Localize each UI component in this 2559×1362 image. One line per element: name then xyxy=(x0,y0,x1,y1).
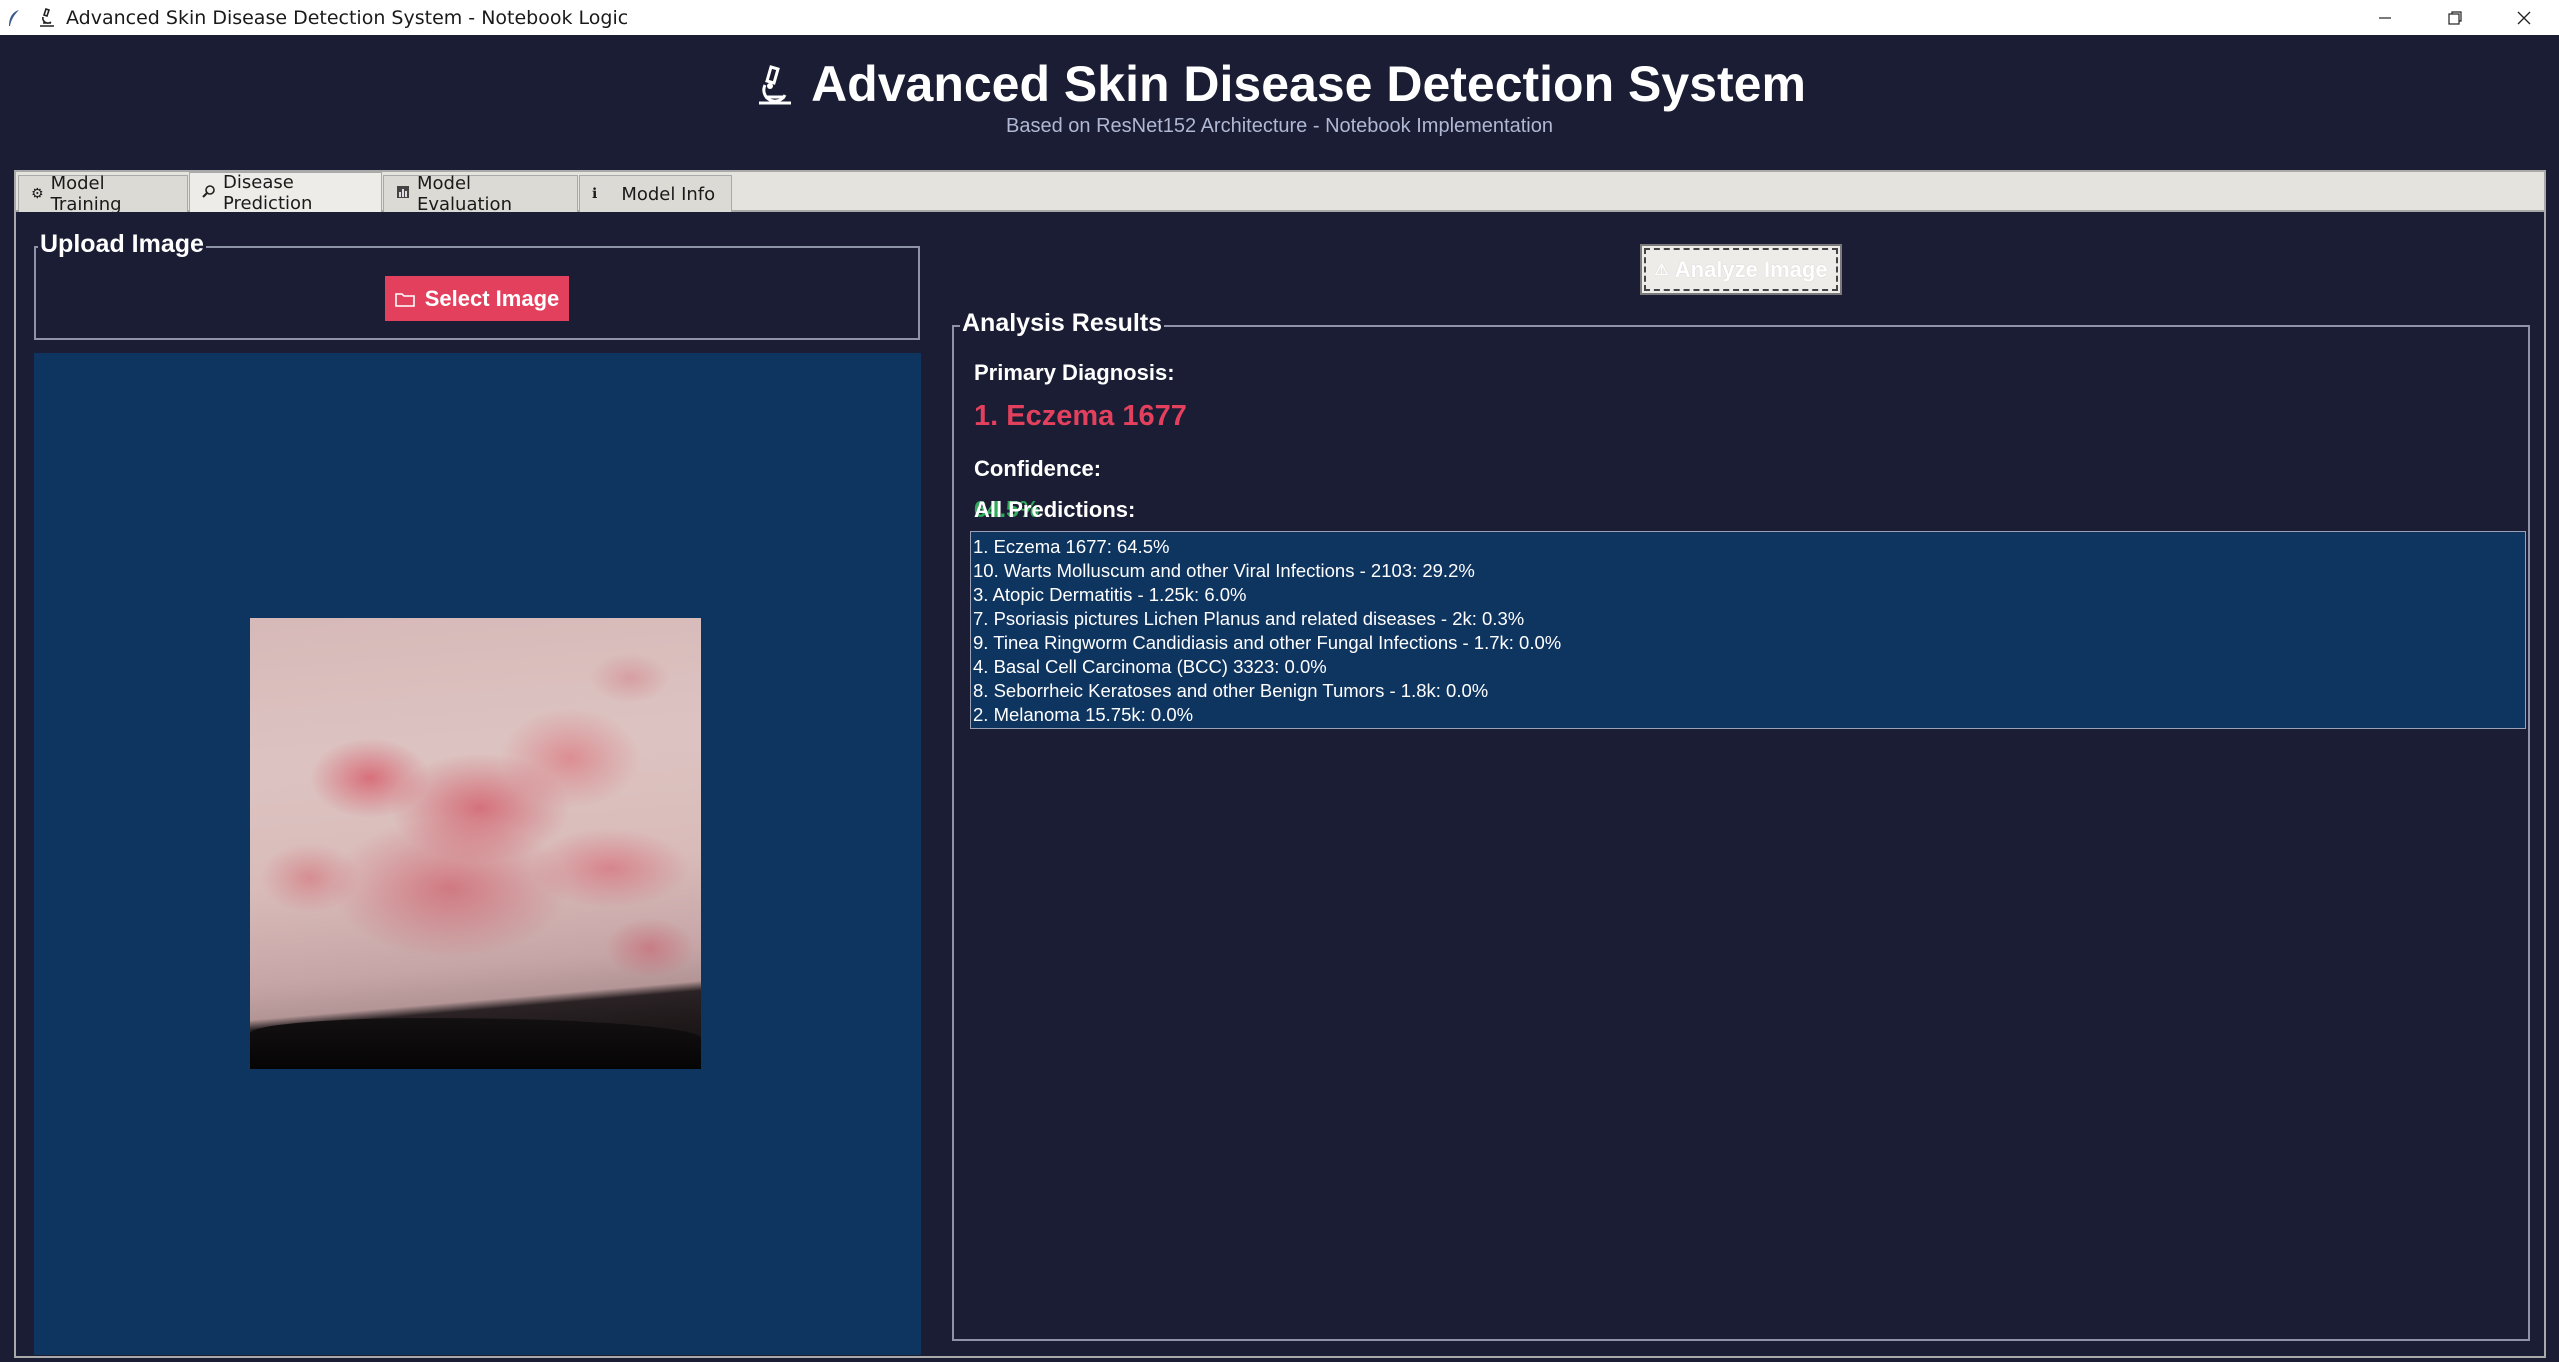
skin-image-preview xyxy=(250,618,701,1069)
list-item[interactable]: 10. Warts Molluscum and other Viral Infe… xyxy=(973,559,2523,583)
gear-icon: ⚙ xyxy=(31,186,44,202)
list-item[interactable]: 9. Tinea Ringworm Candidiasis and other … xyxy=(973,631,2523,655)
search-icon xyxy=(202,184,216,202)
list-item[interactable]: 3. Atopic Dermatitis - 1.25k: 6.0% xyxy=(973,583,2523,607)
notebook: ⚙ Model Training Disease Prediction Mode… xyxy=(14,170,2546,1358)
list-item[interactable]: 7. Psoriasis pictures Lichen Planus and … xyxy=(973,607,2523,631)
tab-label: Model Evaluation xyxy=(417,173,512,215)
select-image-button[interactable]: Select Image xyxy=(385,276,569,321)
upload-image-legend: Upload Image xyxy=(38,230,206,259)
image-preview-panel xyxy=(34,353,921,1355)
analysis-results-frame xyxy=(952,325,2530,1341)
microscope-icon xyxy=(36,7,58,29)
tab-label: Disease Prediction xyxy=(223,171,313,214)
tab-label: Model Info xyxy=(621,183,716,205)
list-item[interactable]: 4. Basal Cell Carcinoma (BCC) 3323: 0.0% xyxy=(973,655,2523,679)
select-image-label: Select Image xyxy=(424,285,560,311)
list-item[interactable]: 2. Melanoma 15.75k: 0.0% xyxy=(973,703,2523,727)
primary-diagnosis-label: Primary Diagnosis: xyxy=(974,360,1175,385)
maximize-button[interactable] xyxy=(2420,0,2490,35)
close-button[interactable] xyxy=(2489,0,2559,35)
tab-model-info[interactable]: ℹ Model Info xyxy=(579,175,732,212)
app-header: Advanced Skin Disease Detection System B… xyxy=(0,35,2559,170)
minimize-button[interactable] xyxy=(2350,0,2420,35)
analysis-results-legend: Analysis Results xyxy=(960,309,1165,338)
primary-diagnosis-value: 1. Eczema 1677 xyxy=(974,400,1187,432)
page-title-text: Advanced Skin Disease Detection System xyxy=(811,56,1806,112)
window-title: Advanced Skin Disease Detection System -… xyxy=(66,6,629,29)
disease-prediction-panel: Upload Image Select Image ⚠ Analyze Imag… xyxy=(16,212,2544,1356)
tab-label: Model Training xyxy=(50,173,122,215)
all-predictions-label: All Predictions: xyxy=(974,497,1136,522)
info-icon: ℹ xyxy=(592,186,598,202)
list-item[interactable]: 8. Seborrheic Keratoses and other Benign… xyxy=(973,679,2523,703)
image-shadow xyxy=(250,1018,701,1069)
tab-model-training[interactable]: ⚙ Model Training xyxy=(18,173,188,215)
page-subtitle: Based on ResNet152 Architecture - Notebo… xyxy=(1006,115,1553,137)
analyze-image-label: Analyze Image xyxy=(1674,256,1828,282)
confidence-label: Confidence: xyxy=(974,456,1102,481)
list-item[interactable]: 1. Eczema 1677: 64.5% xyxy=(973,535,2523,559)
analyze-image-button[interactable]: ⚠ Analyze Image xyxy=(1640,244,1842,295)
warning-icon: ⚠ xyxy=(1654,261,1669,279)
feather-icon xyxy=(4,8,24,28)
tab-disease-prediction[interactable]: Disease Prediction xyxy=(189,171,382,214)
folder-icon xyxy=(394,292,415,307)
chart-icon xyxy=(396,185,410,203)
tab-model-evaluation[interactable]: Model Evaluation xyxy=(383,173,578,215)
predictions-listbox[interactable]: 1. Eczema 1677: 64.5% 10. Warts Molluscu… xyxy=(970,531,2526,729)
microscope-icon xyxy=(759,65,792,105)
page-title: Advanced Skin Disease Detection System xyxy=(0,55,2559,113)
tab-bar: ⚙ Model Training Disease Prediction Mode… xyxy=(16,171,2544,215)
window-titlebar: Advanced Skin Disease Detection System -… xyxy=(0,0,2559,35)
